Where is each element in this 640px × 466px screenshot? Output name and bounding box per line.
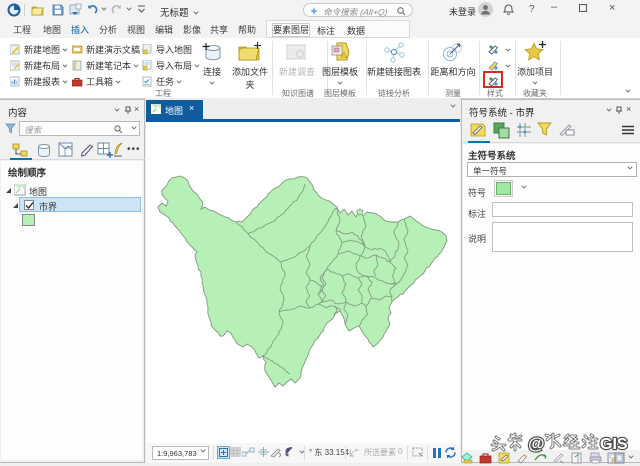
svg-text:@: @ xyxy=(528,434,545,453)
svg-text:GIS: GIS xyxy=(600,436,628,453)
